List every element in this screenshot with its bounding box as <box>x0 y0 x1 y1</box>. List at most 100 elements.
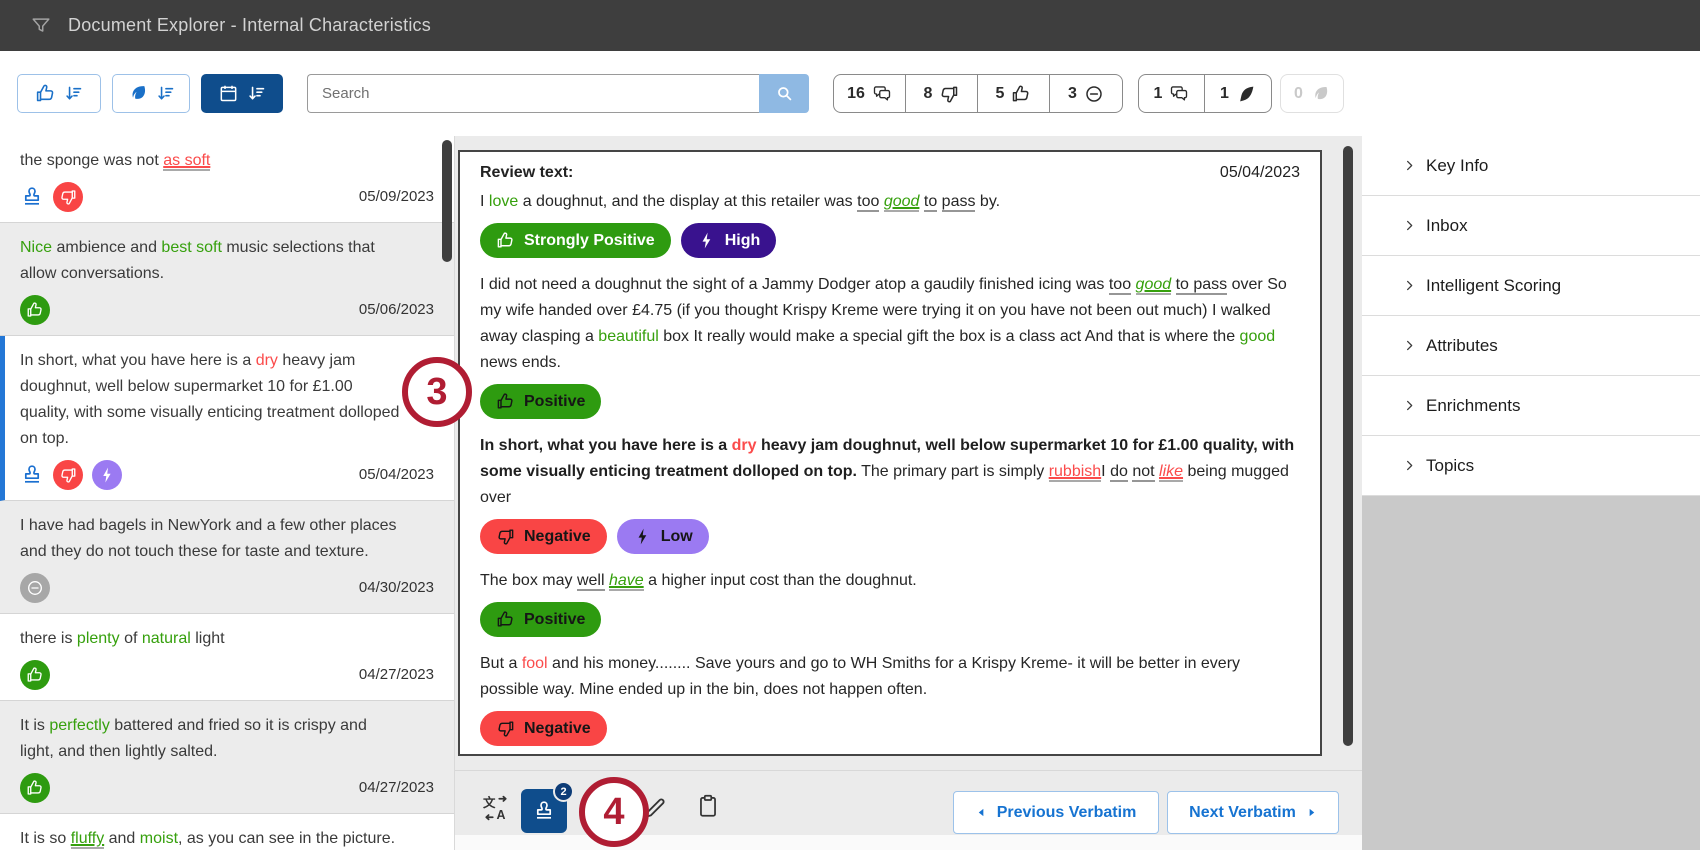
chat-counter[interactable]: 16 <box>834 75 906 112</box>
chevron-right-icon <box>1407 400 1413 411</box>
main-scrollbar[interactable] <box>1343 146 1353 746</box>
text-segment: a doughnut, and the display at this reta… <box>518 193 858 210</box>
counter-group-1: 16 8 5 3 <box>833 74 1123 113</box>
sentiment-badge-row: Positive <box>480 384 1300 419</box>
text-segment: love <box>488 193 519 210</box>
verbatim-list-item[interactable]: In short, what you have here is a dry he… <box>0 336 454 501</box>
verbatim-list-item[interactable]: there is plenty of natural light 04/27/2… <box>0 614 454 701</box>
stamp-button[interactable]: 2 <box>521 781 574 833</box>
document-date: 05/04/2023 <box>1219 164 1300 181</box>
counter-value: 3 <box>1068 84 1077 102</box>
sentiment-badge-row: Positive <box>480 602 1300 637</box>
text-segment: to <box>923 193 938 212</box>
text-segment: there is <box>20 630 77 647</box>
accordion-label: Intelligent Scoring <box>1426 275 1562 295</box>
low-badge: Low <box>616 519 709 554</box>
chevron-right-icon <box>1407 220 1413 231</box>
text-segment: ambience and <box>52 239 162 256</box>
accordion-label: Inbox <box>1426 215 1468 235</box>
text-segment: perfectly <box>49 717 110 734</box>
verbatim-list-item[interactable]: I have had bagels in NewYork and a few o… <box>0 501 454 614</box>
text-segment: dry <box>255 352 278 369</box>
text-segment: not <box>1132 463 1155 482</box>
thumb-up-icon <box>497 393 513 409</box>
neutral-sentiment-icon <box>20 572 50 603</box>
thumb-down-icon <box>61 467 76 483</box>
counter-value: 1 <box>1153 84 1163 102</box>
thumb-down-icon <box>61 189 76 205</box>
verbatim-snippet: In short, what you have here is a dry he… <box>20 348 405 452</box>
previous-verbatim-label: Previous Verbatim <box>996 803 1137 821</box>
accordion-section-topics[interactable]: Topics <box>1362 436 1700 496</box>
neutral-counter[interactable]: 3 <box>1050 75 1122 112</box>
thumb-up-counter[interactable]: 5 <box>978 75 1050 112</box>
thumb-up-icon <box>36 84 53 102</box>
text-segment: by. <box>975 193 1001 210</box>
accordion-section-intelligent-scoring[interactable]: Intelligent Scoring <box>1362 256 1700 316</box>
accordion-section-inbox[interactable]: Inbox <box>1362 196 1700 256</box>
document-paragraph: The box may well have a higher input cos… <box>480 568 1300 594</box>
counter-value: 8 <box>923 84 933 102</box>
verbatim-snippet: there is plenty of natural light <box>20 626 405 652</box>
verbatim-list-item[interactable]: the sponge was not as soft 05/09/2023 <box>0 136 454 223</box>
counter-value: 16 <box>847 84 865 102</box>
badge-label: Negative <box>524 719 591 737</box>
text-segment: I <box>1101 463 1111 480</box>
negative-badge: Negative <box>480 519 607 554</box>
negative-sentiment-icon <box>53 459 83 490</box>
search-button[interactable] <box>759 74 809 113</box>
stamp-icon <box>24 464 40 483</box>
text-segment: I did not need a doughnut the sight of a… <box>480 276 1109 293</box>
search-input[interactable] <box>307 74 759 113</box>
positive-sentiment-icon <box>20 659 50 690</box>
accordion-label: Key Info <box>1426 155 1489 175</box>
positive-sentiment-icon <box>20 772 50 803</box>
positive-badge: Positive <box>480 384 602 419</box>
translate-icon[interactable]: 文A <box>483 795 509 822</box>
negative-sentiment-icon <box>53 181 83 212</box>
verbatim-date: 04/27/2023 <box>358 779 434 796</box>
effort-sort-button[interactable] <box>112 74 190 113</box>
previous-verbatim-button[interactable]: Previous Verbatim <box>953 791 1159 834</box>
verbatim-list-item[interactable]: Nice ambience and best soft music select… <box>0 223 454 336</box>
badge-label: Positive <box>524 392 586 410</box>
text-segment: pass <box>941 193 976 212</box>
verbatim-list-item[interactable]: It is perfectly battered and fried so it… <box>0 701 454 814</box>
details-panel: Key Info Inbox Intelligent Scoring Attribut… <box>1362 136 1700 850</box>
accordion-section-enrichments[interactable]: Enrichments <box>1362 376 1700 436</box>
left-scrollbar[interactable] <box>442 140 452 262</box>
stamp-icon <box>536 801 552 819</box>
title-bar: Document Explorer - Internal Characteris… <box>0 0 1700 51</box>
date-sort-button[interactable] <box>201 74 283 113</box>
neutral-icon <box>1086 85 1102 102</box>
badge-label: High <box>724 231 761 249</box>
effort-counter[interactable]: 0 <box>1281 75 1343 112</box>
thumb-down-counter[interactable]: 8 <box>906 75 978 112</box>
text-segment: the sponge was not <box>20 152 164 169</box>
clipboard-icon[interactable] <box>695 793 721 819</box>
arrow-right-icon <box>1309 808 1315 817</box>
text-segment: light <box>190 630 225 647</box>
positive-sentiment-icon <box>20 294 50 325</box>
sort-icon <box>65 86 81 100</box>
stamp-icon <box>20 185 44 209</box>
text-segment: beautiful <box>598 328 659 345</box>
text-segment: But a <box>480 655 522 672</box>
sentiment-badge-row: Negative Low <box>480 519 1300 554</box>
sentiment-sort-button[interactable] <box>17 74 101 113</box>
verbatim-list-item[interactable]: It is so fluffy and moist, as you can se… <box>0 814 454 850</box>
quill-counter[interactable]: 1 <box>1205 75 1271 112</box>
verbatim-list: the sponge was not as soft 05/09/2023 Nic… <box>0 136 455 850</box>
annotation-circle-4: 4 <box>579 777 649 847</box>
accordion-section-key-info[interactable]: Key Info <box>1362 136 1700 196</box>
chat-counter[interactable]: 1 <box>1139 75 1205 112</box>
next-verbatim-button[interactable]: Next Verbatim <box>1167 791 1339 834</box>
bolt-icon <box>638 528 647 545</box>
text-segment: dry <box>731 437 757 454</box>
badge-label: Positive <box>524 610 586 628</box>
annotation-number: 4 <box>603 790 625 833</box>
text-segment: a higher input cost than the doughnut. <box>643 572 917 589</box>
sentiment-badge-row: Negative <box>480 711 1300 746</box>
verbatim-date: 04/30/2023 <box>358 579 434 596</box>
accordion-section-attributes[interactable]: Attributes <box>1362 316 1700 376</box>
